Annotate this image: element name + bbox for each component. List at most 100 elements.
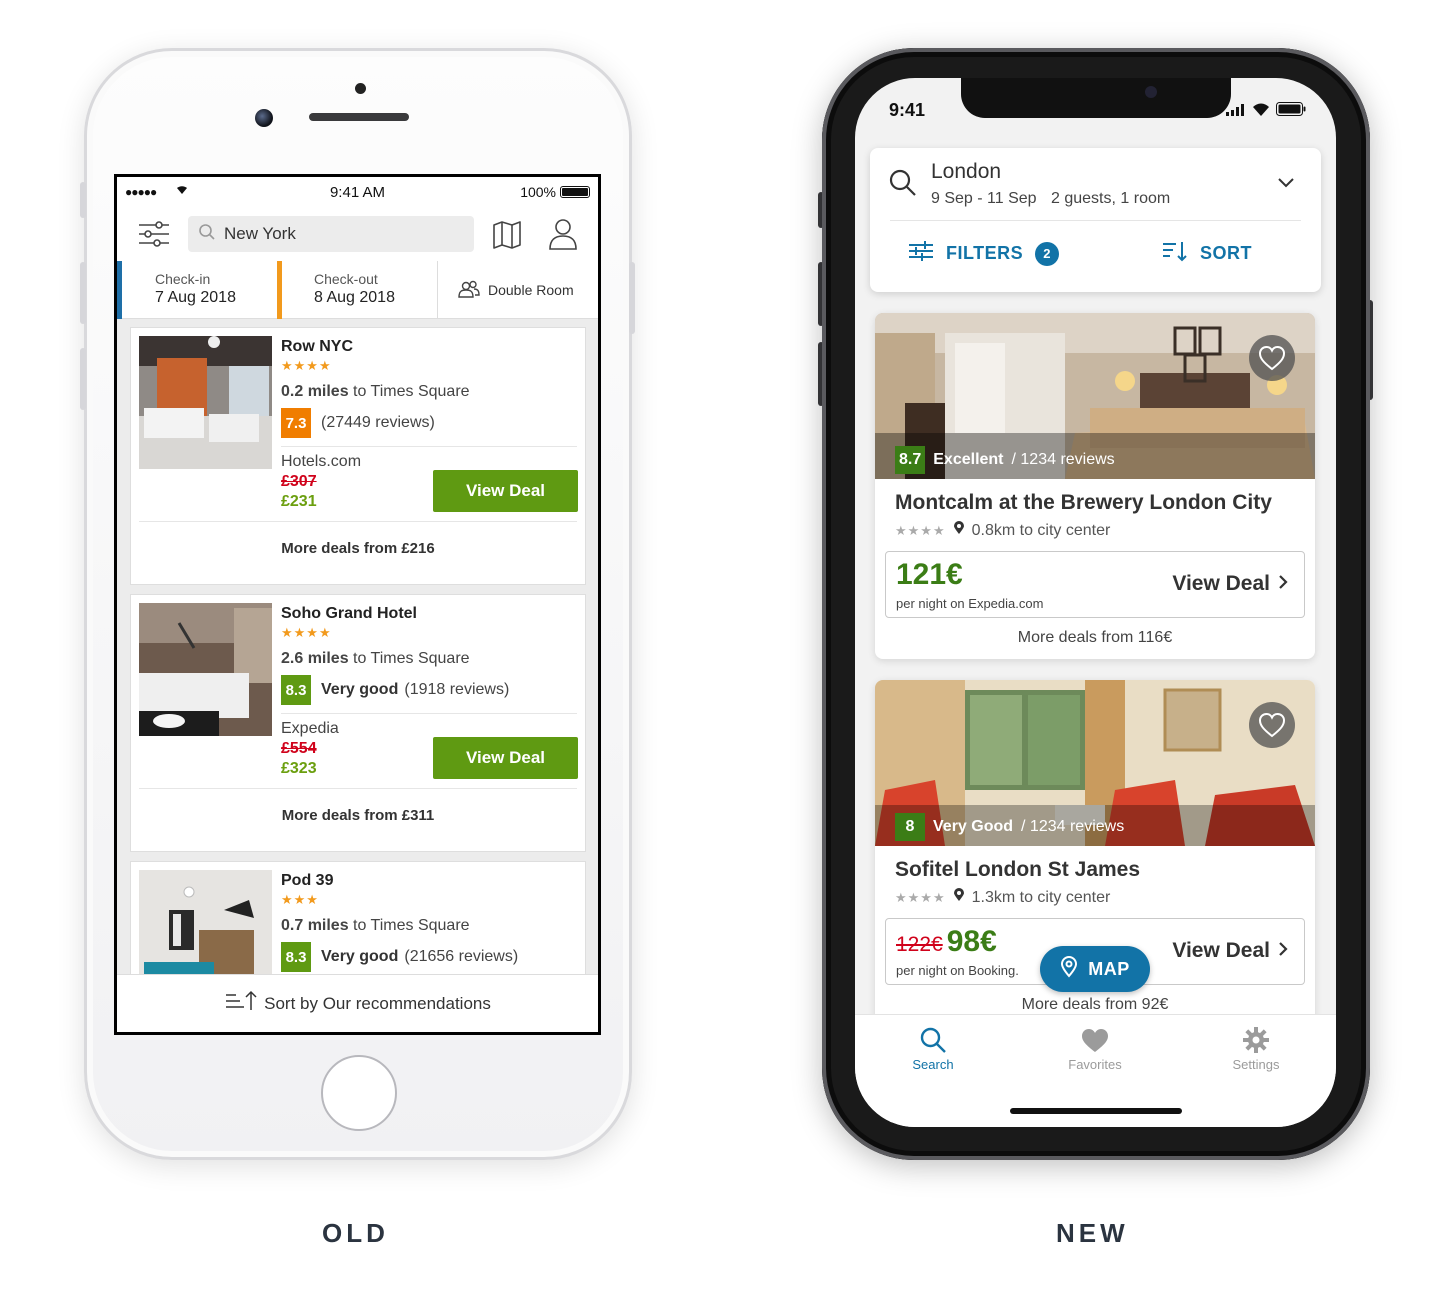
cellular-signal-icon (1226, 103, 1246, 121)
search-icon (888, 168, 918, 203)
deal-price: £323 (281, 760, 317, 777)
review-score: 8.7 Excellent / 1234 reviews (895, 446, 1115, 474)
view-deal-label: View Deal (1172, 572, 1270, 595)
sort-bar[interactable]: Sort by Our recommendations (117, 974, 598, 1032)
heart-icon (1035, 1023, 1155, 1057)
notch (961, 78, 1231, 118)
hotel-card[interactable]: Soho Grand Hotel ★★★★ 2.6 miles to Times… (130, 594, 586, 852)
status-time: 9:41 (889, 100, 926, 120)
rating-badge: 8.3 (281, 942, 311, 972)
map-button[interactable]: MAP (1040, 946, 1150, 992)
tab-search[interactable]: Search (873, 1023, 993, 1072)
room-type-selector[interactable]: Double Room (437, 261, 598, 319)
deal-price: £231 (281, 493, 317, 510)
front-camera (1145, 86, 1157, 98)
hotel-card[interactable]: Row NYC ★★★★ 0.2 miles to Times Square 7… (130, 327, 586, 585)
search-dates: 9 Sep - 11 Sep (931, 190, 1037, 207)
favorite-heart-button[interactable] (1249, 335, 1295, 381)
hotel-name: Soho Grand Hotel (281, 605, 417, 622)
divider (139, 521, 577, 522)
wifi-icon (1252, 103, 1270, 121)
divider (281, 446, 577, 447)
rating-text: Very good (321, 948, 399, 965)
tab-label: Favorites (1068, 1057, 1122, 1072)
score-badge: 8 (895, 813, 925, 841)
more-deals-link[interactable]: More deals from £311 (131, 807, 585, 824)
guests-icon (458, 280, 480, 301)
distance-target: to Times Square (348, 383, 470, 400)
filters-count-badge: 2 (1035, 241, 1060, 266)
divider (281, 713, 577, 714)
battery-indicator: 100% (520, 184, 590, 200)
more-deals-link[interactable]: More deals from £216 (131, 540, 585, 557)
deal-provider: Expedia (281, 720, 339, 737)
review-count: / 1234 reviews (1011, 451, 1115, 468)
chevron-right-icon (1278, 572, 1288, 596)
distance-value: 2.6 miles (281, 650, 349, 667)
tab-label: Search (912, 1057, 954, 1072)
home-button[interactable] (321, 1055, 397, 1131)
room-type-label: Double Room (488, 282, 574, 298)
old-version-label: OLD (322, 1218, 389, 1248)
battery-icon (560, 186, 590, 198)
more-deals-link[interactable]: More deals from 116€ (875, 629, 1315, 647)
score-word: Excellent (933, 451, 1004, 468)
home-indicator (1010, 1108, 1182, 1114)
hotel-stars: ★★★★ (281, 625, 332, 640)
favorite-heart-button[interactable] (1249, 702, 1295, 748)
deal-box[interactable]: 121€ per night on Expedia.com View Deal (885, 551, 1305, 618)
tab-favorites[interactable]: Favorites (1035, 1023, 1155, 1072)
more-deals-link[interactable]: More deals from 92€ (875, 996, 1315, 1014)
checkin-cell[interactable]: Check-in 7 Aug 2018 (117, 261, 277, 319)
deal-price-row: 121€ (896, 558, 963, 592)
hotel-card[interactable]: 8.7 Excellent / 1234 reviews Montcalm at… (875, 313, 1315, 659)
map-icon[interactable] (491, 219, 523, 251)
date-selector: Check-in 7 Aug 2018 Check-out 8 Aug 2018… (117, 261, 598, 319)
review-count: (1918 reviews) (404, 681, 510, 698)
tab-settings[interactable]: Settings (1196, 1023, 1316, 1072)
view-deal-button[interactable]: View Deal (1172, 939, 1288, 963)
hotel-stars: ★★★ (281, 892, 319, 907)
hotel-stars: ★★★★ (895, 522, 946, 538)
hotel-card[interactable]: Pod 39 ★★★ 0.7 miles to Times Square 8.3… (130, 861, 586, 975)
hotel-distance: 0.8km to city center (971, 521, 1111, 539)
hotel-rating: 7.3 (27449 reviews) (281, 408, 435, 438)
search-summary-card[interactable]: London 9 Sep - 11 Sep 2 guests, 1 room F… (870, 148, 1321, 292)
review-score: 8 Very Good / 1234 reviews (895, 813, 1124, 841)
checkout-value: 8 Aug 2018 (314, 289, 395, 306)
profile-icon[interactable] (547, 217, 579, 251)
search-icon (873, 1023, 993, 1057)
sort-icon (1162, 240, 1188, 267)
deal-provider: Hotels.com (281, 453, 362, 470)
sort-label: Sort by Our recommendations (264, 993, 491, 1013)
distance-target: to Times Square (348, 917, 470, 934)
deal-price: 98€ (946, 925, 997, 958)
filter-sliders-icon[interactable] (137, 217, 171, 251)
search-field[interactable]: New York (188, 216, 474, 252)
map-button-label: MAP (1088, 958, 1130, 979)
view-deal-button[interactable]: View Deal (1172, 572, 1288, 596)
filters-label: FILTERS (946, 243, 1024, 263)
tab-label: Settings (1232, 1057, 1280, 1072)
hotel-rating: 8.3 Very good (21656 reviews) (281, 942, 518, 972)
hotel-distance: 2.6 miles to Times Square (281, 650, 470, 668)
checkout-cell[interactable]: Check-out 8 Aug 2018 (277, 261, 437, 319)
new-version-label: NEW (1056, 1218, 1129, 1248)
distance-target: to Times Square (348, 650, 470, 667)
gear-icon (1196, 1023, 1316, 1057)
hotel-distance: 0.2 miles to Times Square (281, 383, 470, 401)
view-deal-label: View Deal (1172, 939, 1270, 962)
old-app-screen: ●●●●● 9:41 AM 100% New York Check-in 7 A… (114, 174, 601, 1035)
volume-up-button (80, 262, 86, 324)
filters-button[interactable]: FILTERS 2 (908, 240, 1060, 267)
score-badge: 8.7 (895, 446, 926, 474)
sort-button[interactable]: SORT (1162, 240, 1252, 267)
view-deal-button[interactable]: View Deal (433, 737, 578, 779)
rating-text: Very good (321, 681, 399, 698)
location-pin-icon (953, 888, 964, 907)
hotel-photo (139, 336, 272, 469)
chevron-down-icon[interactable] (1277, 176, 1295, 194)
location-pin-icon (953, 521, 964, 540)
view-deal-button[interactable]: View Deal (433, 470, 578, 512)
chevron-right-icon (1278, 939, 1288, 963)
